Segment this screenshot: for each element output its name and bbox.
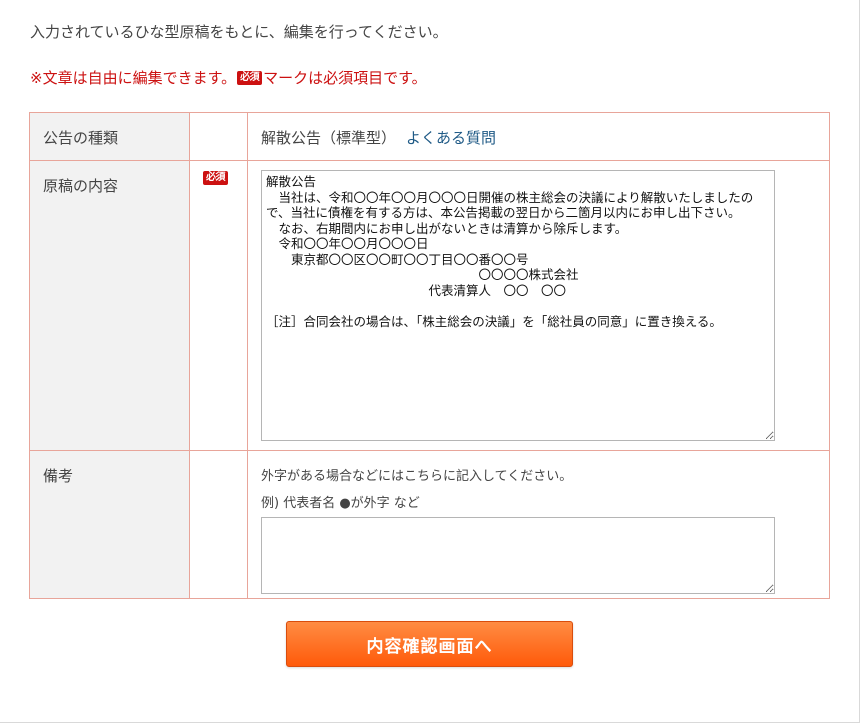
- confirm-content-button[interactable]: 内容確認画面へ: [286, 621, 573, 667]
- faq-link[interactable]: よくある質問: [406, 129, 496, 147]
- content-label: 原稿の内容: [43, 177, 119, 195]
- notes-textarea[interactable]: [261, 517, 775, 594]
- required-badge-icon: 必須: [203, 171, 228, 185]
- notice-text-before: ※文章は自由に編集できます。: [30, 69, 237, 87]
- notice-text-after: マークは必須項目です。: [263, 69, 427, 87]
- row-notes: 備考 外字がある場合などにはこちらに記入してください。 例) 代表者名 ●が外字…: [29, 450, 830, 599]
- notes-required-cell: [189, 450, 248, 599]
- notice-type-value: 解散公告（標準型）: [261, 129, 397, 147]
- notice-type-label: 公告の種類: [43, 129, 119, 147]
- notes-value-cell: 外字がある場合などにはこちらに記入してください。 例) 代表者名 ●が外字 など: [247, 450, 830, 599]
- notice-type-value-wrap: 解散公告（標準型） よくある質問: [248, 113, 829, 148]
- content-textarea[interactable]: 解散公告 当社は、令和〇〇年〇〇月〇〇〇日開催の株主総会の決議により解散いたしま…: [261, 170, 775, 441]
- content-label-cell: 原稿の内容: [29, 160, 190, 451]
- content-required-cell: 必須: [189, 160, 248, 451]
- notice-type-label-cell: 公告の種類: [29, 112, 190, 161]
- notice-type-value-cell: 解散公告（標準型） よくある質問: [247, 112, 830, 161]
- required-notice: ※文章は自由に編集できます。 必須 マークは必須項目です。: [30, 67, 427, 88]
- row-notice-type: 公告の種類 解散公告（標準型） よくある質問: [29, 112, 830, 161]
- notes-label: 備考: [43, 467, 74, 485]
- intro-text: 入力されているひな型原稿をもとに、編集を行ってください。: [30, 23, 448, 41]
- row-content: 原稿の内容 必須 解散公告 当社は、令和〇〇年〇〇月〇〇〇日開催の株主総会の決議…: [29, 160, 830, 451]
- content-value-cell: 解散公告 当社は、令和〇〇年〇〇月〇〇〇日開催の株主総会の決議により解散いたしま…: [247, 160, 830, 451]
- required-badge-icon: 必須: [237, 70, 263, 85]
- notes-help-text: 外字がある場合などにはこちらに記入してください。: [261, 469, 573, 484]
- notes-example-text: 例) 代表者名 ●が外字 など: [261, 496, 420, 511]
- notes-label-cell: 備考: [29, 450, 190, 599]
- notice-type-required-cell: [189, 112, 248, 161]
- ad-form-table: 公告の種類 解散公告（標準型） よくある質問 原稿の内容 必須 解散公告 当社は、…: [29, 112, 830, 599]
